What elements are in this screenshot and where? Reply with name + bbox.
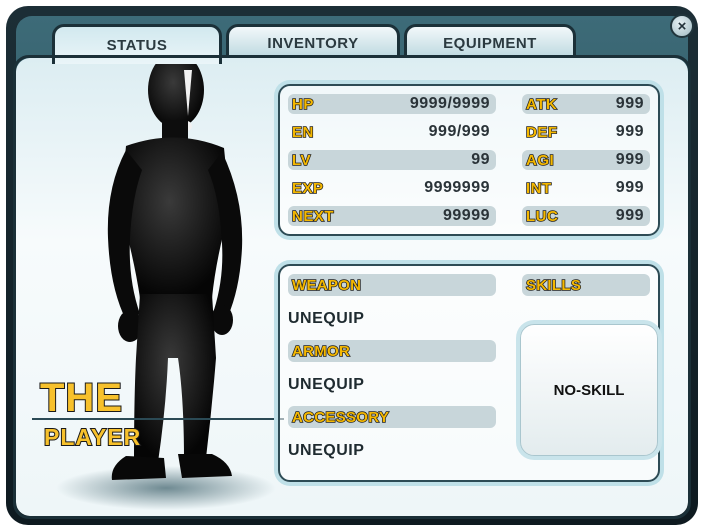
stat-value: 9999/9999 — [409, 95, 490, 112]
stat-value: 999 — [615, 179, 644, 196]
accessory-label: ACCESSORY — [291, 408, 390, 427]
armor-slot[interactable]: UNEQUIP — [288, 376, 364, 394]
stat-value: 99999 — [443, 207, 490, 224]
stat-row-luc: LUC 999 — [522, 206, 650, 226]
stat-label: EN — [291, 123, 314, 142]
skills-label-bar: SKILLS — [522, 274, 650, 296]
character-portrait: THE PLAYER — [16, 58, 286, 516]
status-panel: THE PLAYER HP 9999/9999 EN 999/999 LV 99… — [16, 58, 688, 516]
tab-inventory[interactable]: INVENTORY — [226, 24, 400, 60]
stat-row-lv: LV 99 — [288, 150, 496, 170]
weapon-label: WEAPON — [291, 276, 362, 295]
weapon-label-bar: WEAPON — [288, 274, 496, 296]
close-icon[interactable]: × — [670, 14, 694, 38]
armor-label: ARMOR — [291, 342, 351, 361]
stat-row-en: EN 999/999 — [288, 122, 496, 142]
stat-row-atk: ATK 999 — [522, 94, 650, 114]
stat-row-next: NEXT 99999 — [288, 206, 496, 226]
stat-label: AGI — [525, 151, 555, 170]
skills-label: SKILLS — [525, 276, 582, 295]
tab-status[interactable]: STATUS — [52, 24, 222, 64]
stat-label: EXP — [291, 179, 324, 198]
weapon-slot[interactable]: UNEQUIP — [288, 310, 364, 328]
accessory-label-bar: ACCESSORY — [288, 406, 496, 428]
stat-value: 999 — [615, 123, 644, 140]
stat-row-hp: HP 9999/9999 — [288, 94, 496, 114]
equipment-box: WEAPON UNEQUIP ARMOR UNEQUIP ACCESSORY U… — [278, 264, 660, 482]
stat-value: 999/999 — [428, 123, 490, 140]
stat-value: 99 — [471, 151, 490, 168]
stat-label: NEXT — [291, 207, 335, 226]
stats-box: HP 9999/9999 EN 999/999 LV 99 EXP 999999… — [278, 84, 660, 236]
stat-value: 999 — [615, 95, 644, 112]
stat-label: DEF — [525, 123, 558, 142]
character-name-line2: PLAYER — [43, 423, 142, 451]
character-name-line1: THE — [39, 375, 123, 421]
stat-label: LUC — [525, 207, 559, 226]
stat-value: 999 — [615, 207, 644, 224]
stat-row-int: INT 999 — [522, 178, 650, 198]
stat-row-agi: AGI 999 — [522, 150, 650, 170]
skill-slot[interactable]: NO-SKILL — [520, 324, 658, 456]
stat-label: ATK — [525, 95, 558, 114]
stat-value: 999 — [615, 151, 644, 168]
stat-label: HP — [291, 95, 314, 114]
accessory-slot[interactable]: UNEQUIP — [288, 442, 364, 460]
stat-label: LV — [291, 151, 312, 170]
armor-label-bar: ARMOR — [288, 340, 496, 362]
stat-row-def: DEF 999 — [522, 122, 650, 142]
stat-label: INT — [525, 179, 552, 198]
tab-equipment[interactable]: EQUIPMENT — [404, 24, 576, 60]
stat-row-exp: EXP 9999999 — [288, 178, 496, 198]
stat-value: 9999999 — [424, 179, 490, 196]
